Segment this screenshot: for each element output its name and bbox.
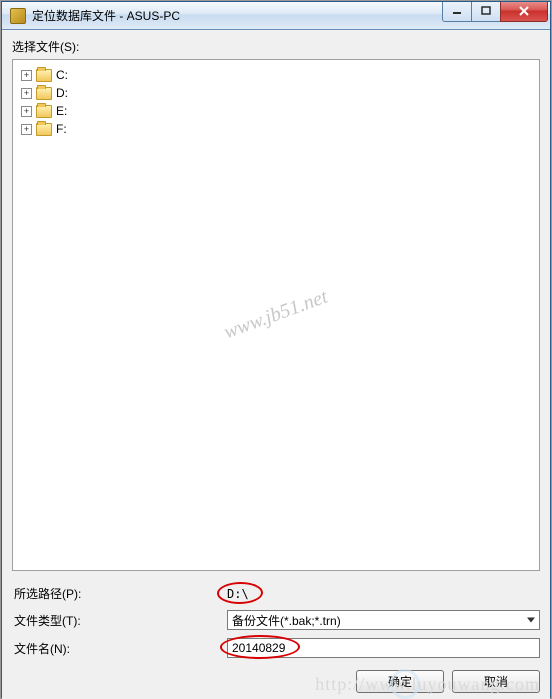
drive-label: E: (56, 104, 67, 118)
file-name-row: 文件名(N): (12, 638, 540, 658)
button-row: 确定 取消 http://www.luyouwang.com (12, 670, 540, 693)
file-type-label: 文件类型(T): (12, 612, 227, 629)
close-button[interactable] (500, 2, 548, 22)
file-name-input-wrap (227, 638, 540, 658)
expand-icon[interactable]: + (21, 106, 32, 117)
drive-label: C: (56, 68, 68, 82)
file-type-row: 文件类型(T): 备份文件(*.bak;*.trn) (12, 610, 540, 630)
watermark-text: www.jb51.net (221, 286, 331, 345)
maximize-button[interactable] (471, 2, 501, 22)
drive-label: D: (56, 86, 68, 100)
drive-label: F: (56, 122, 67, 136)
ok-button-label: 确定 (388, 673, 412, 690)
folder-icon (36, 69, 52, 82)
file-type-combo[interactable]: 备份文件(*.bak;*.trn) (227, 610, 540, 630)
folder-icon (36, 105, 52, 118)
expand-icon[interactable]: + (21, 88, 32, 99)
file-type-value: 备份文件(*.bak;*.trn) (232, 612, 341, 629)
expand-icon[interactable]: + (21, 124, 32, 135)
minimize-button[interactable] (442, 2, 472, 22)
tree-row[interactable]: + E: (17, 102, 535, 120)
cancel-button[interactable]: 取消 (452, 670, 540, 693)
file-tree[interactable]: + C: + D: + E: + F: www.jb51.net (12, 59, 540, 571)
app-icon (10, 8, 26, 24)
window-controls (443, 2, 548, 22)
selected-path-row: 所选路径(P): D:\ (12, 585, 540, 602)
cancel-button-label: 取消 (484, 673, 508, 690)
folder-icon (36, 87, 52, 100)
selected-path-text: D:\ (227, 587, 249, 601)
expand-icon[interactable]: + (21, 70, 32, 81)
client-area: 选择文件(S): + C: + D: + E: + F: ww (2, 30, 550, 699)
folder-icon (36, 123, 52, 136)
tree-row[interactable]: + F: (17, 120, 535, 138)
window-title: 定位数据库文件 - ASUS-PC (32, 7, 443, 24)
tree-row[interactable]: + C: (17, 66, 535, 84)
chevron-down-icon (527, 618, 535, 623)
titlebar: 定位数据库文件 - ASUS-PC (2, 2, 550, 30)
selected-path-label: 所选路径(P): (12, 585, 227, 602)
selected-path-value: D:\ (227, 587, 249, 601)
file-name-label: 文件名(N): (12, 640, 227, 657)
tree-row[interactable]: + D: (17, 84, 535, 102)
select-files-label: 选择文件(S): (12, 38, 540, 55)
ok-button[interactable]: 确定 (356, 670, 444, 693)
file-name-input[interactable] (232, 641, 535, 655)
